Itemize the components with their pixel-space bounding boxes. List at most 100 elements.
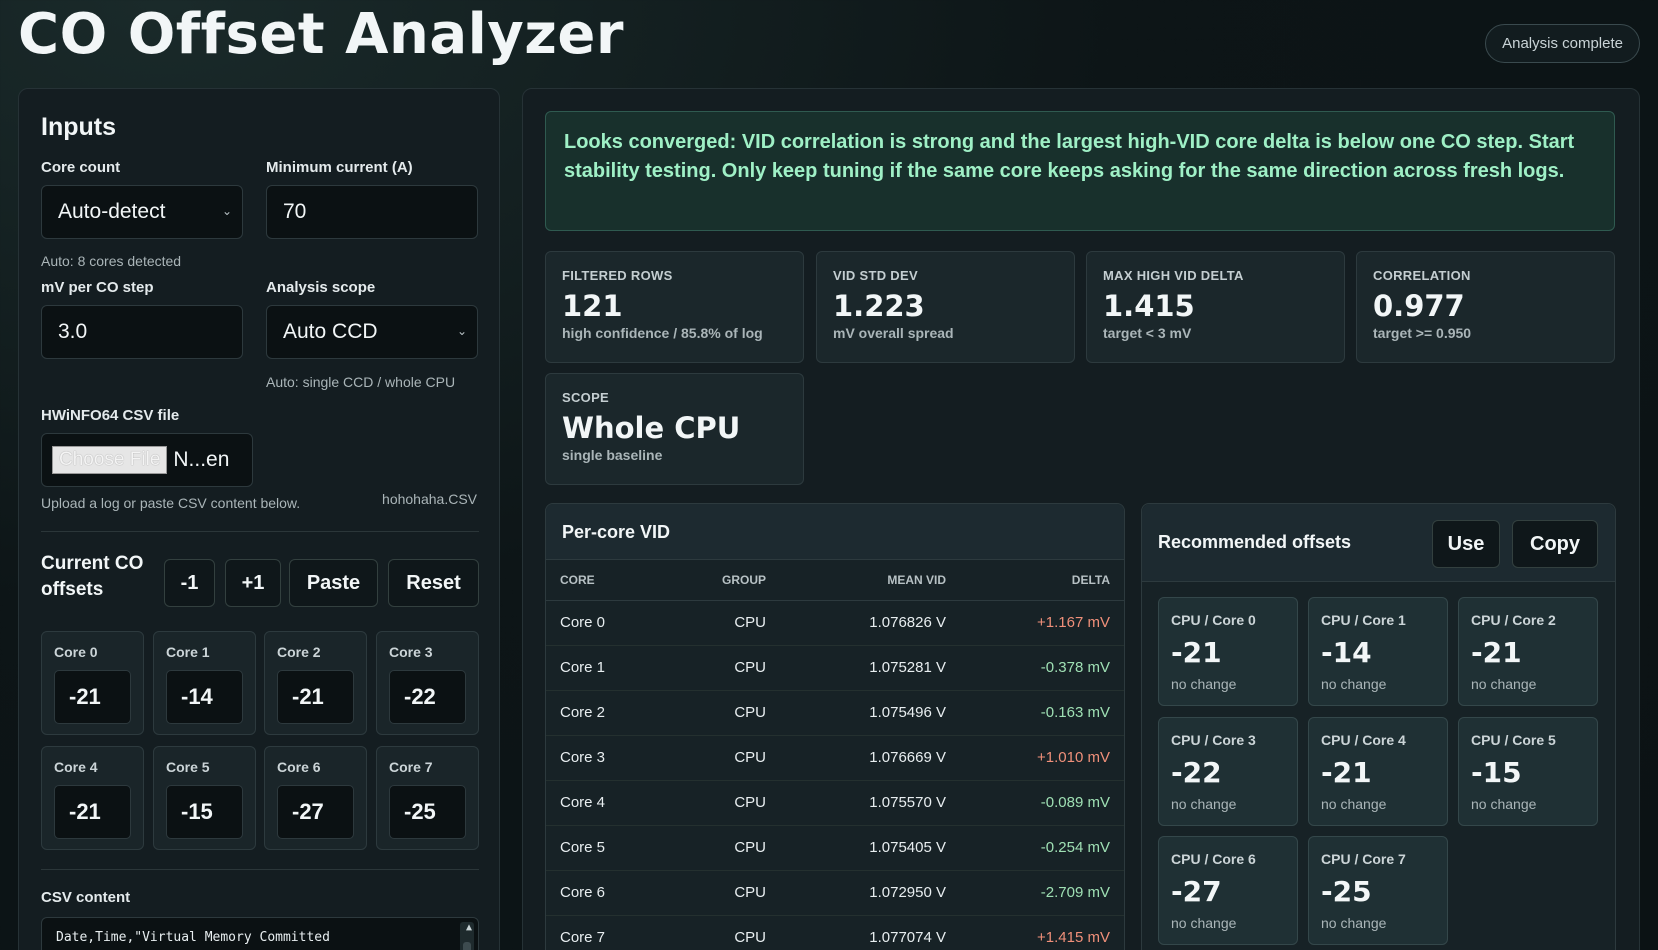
stat-card: MAX HIGH VID DELTA 1.415 target < 3 mV bbox=[1086, 251, 1345, 363]
core-offset-input[interactable]: -21 bbox=[277, 670, 354, 724]
min-current-label: Minimum current (A) bbox=[266, 159, 413, 176]
stat-card: VID STD DEV 1.223 mV overall spread bbox=[816, 251, 1075, 363]
stat-key: MAX HIGH VID DELTA bbox=[1103, 268, 1244, 283]
inputs-panel: Inputs Core count Auto-detect ⌄ Auto: 8 … bbox=[18, 88, 500, 950]
recommended-offset-label: CPU / Core 7 bbox=[1321, 851, 1406, 867]
recommended-offset-label: CPU / Core 1 bbox=[1321, 612, 1406, 628]
recommended-offset-note: no change bbox=[1171, 676, 1237, 692]
mean-vid-cell: 1.075496 V bbox=[766, 690, 946, 736]
csv-file-input[interactable]: Choose File N...en bbox=[41, 433, 253, 487]
recommended-offset-value: -25 bbox=[1321, 875, 1372, 908]
scope-label: Analysis scope bbox=[266, 279, 376, 296]
delta-cell: +1.167 mV bbox=[946, 600, 1124, 646]
core-offset-card: Core 2 -21 bbox=[264, 631, 367, 735]
core-offset-input[interactable]: -22 bbox=[389, 670, 466, 724]
core-offset-label: Core 1 bbox=[166, 644, 210, 660]
scrollbar-thumb[interactable] bbox=[463, 942, 471, 950]
inputs-heading: Inputs bbox=[41, 113, 116, 141]
core-offset-input[interactable]: -27 bbox=[277, 785, 354, 839]
core-cell: Core 5 bbox=[546, 825, 666, 871]
divider bbox=[41, 869, 479, 870]
recommended-offset-note: no change bbox=[1471, 796, 1537, 812]
recommended-offsets-panel: Recommended offsets Use Copy CPU / Core … bbox=[1141, 503, 1616, 950]
column-header: GROUP bbox=[666, 560, 766, 601]
recommended-offset-value: -27 bbox=[1171, 875, 1222, 908]
per-core-vid-panel: Per-core VID CORE GROUP MEAN VID DELTA C… bbox=[545, 503, 1125, 950]
recommended-offset-card: CPU / Core 4 -21 no change bbox=[1308, 717, 1448, 826]
convergence-banner: Looks converged: VID correlation is stro… bbox=[545, 111, 1615, 231]
chevron-down-icon: ⌄ bbox=[221, 204, 232, 218]
core-cell: Core 0 bbox=[546, 600, 666, 646]
csv-content-textarea[interactable]: Date,Time,"Virtual Memory Committed ▲ bbox=[41, 917, 479, 950]
core-offset-input[interactable]: -21 bbox=[54, 785, 131, 839]
core-offset-card: Core 1 -14 bbox=[153, 631, 256, 735]
scope-value: Auto CCD bbox=[283, 320, 378, 343]
recommended-offsets-title: Recommended offsets bbox=[1158, 532, 1352, 552]
mv-step-input[interactable]: 3.0 bbox=[41, 305, 243, 359]
mean-vid-cell: 1.076669 V bbox=[766, 735, 946, 781]
core-offset-input[interactable]: -14 bbox=[166, 670, 243, 724]
current-offsets-title: Current CO offsets bbox=[41, 553, 144, 600]
table-row: Core 4 CPU 1.075570 V -0.089 mV bbox=[546, 780, 1124, 826]
core-offset-input[interactable]: -25 bbox=[389, 785, 466, 839]
delta-cell: +1.010 mV bbox=[946, 735, 1124, 781]
use-button[interactable]: Use bbox=[1432, 520, 1500, 568]
recommended-offset-label: CPU / Core 3 bbox=[1171, 732, 1256, 748]
column-header: CORE bbox=[546, 560, 666, 601]
core-count-select[interactable]: Auto-detect ⌄ bbox=[41, 185, 243, 239]
chevron-up-icon[interactable]: ▲ bbox=[466, 922, 472, 933]
core-offset-label: Core 0 bbox=[54, 644, 98, 660]
copy-button[interactable]: Copy bbox=[1512, 520, 1598, 568]
chevron-down-icon: ⌄ bbox=[456, 324, 467, 338]
core-count-label: Core count bbox=[41, 159, 121, 176]
scope-select[interactable]: Auto CCD ⌄ bbox=[266, 305, 478, 359]
stat-key: SCOPE bbox=[562, 390, 610, 405]
recommended-offset-value: -22 bbox=[1171, 756, 1222, 789]
recommended-offset-card: CPU / Core 2 -21 no change bbox=[1458, 597, 1598, 706]
recommended-offset-card: CPU / Core 0 -21 no change bbox=[1158, 597, 1298, 706]
core-offset-input[interactable]: -15 bbox=[166, 785, 243, 839]
core-offset-label: Core 6 bbox=[277, 759, 321, 775]
increment-button[interactable]: +1 bbox=[225, 559, 281, 607]
core-offset-card: Core 0 -21 bbox=[41, 631, 144, 735]
reset-button[interactable]: Reset bbox=[388, 559, 479, 607]
stat-card: SCOPE Whole CPU single baseline bbox=[545, 373, 804, 485]
min-current-value: 70 bbox=[283, 200, 307, 223]
group-cell: CPU bbox=[666, 690, 766, 736]
recommended-offset-note: no change bbox=[1321, 676, 1387, 692]
stat-value: Whole CPU bbox=[562, 411, 741, 445]
stat-sub: target < 3 mV bbox=[1103, 325, 1192, 341]
recommended-offset-card: CPU / Core 5 -15 no change bbox=[1458, 717, 1598, 826]
core-cell: Core 3 bbox=[546, 735, 666, 781]
core-count-hint: Auto: 8 cores detected bbox=[41, 253, 182, 269]
table-row: Core 6 CPU 1.072950 V -2.709 mV bbox=[546, 870, 1124, 916]
mean-vid-cell: 1.075281 V bbox=[766, 645, 946, 691]
mean-vid-cell: 1.077074 V bbox=[766, 915, 946, 950]
delta-cell: -0.163 mV bbox=[946, 690, 1124, 736]
recommended-offset-value: -21 bbox=[1471, 636, 1522, 669]
column-header: DELTA bbox=[946, 560, 1124, 601]
core-offset-label: Core 3 bbox=[389, 644, 433, 660]
table-row: Core 0 CPU 1.076826 V +1.167 mV bbox=[546, 600, 1124, 646]
recommended-offset-value: -15 bbox=[1471, 756, 1522, 789]
min-current-input[interactable]: 70 bbox=[266, 185, 478, 239]
table-row: Core 2 CPU 1.075496 V -0.163 mV bbox=[546, 690, 1124, 736]
core-cell: Core 6 bbox=[546, 870, 666, 916]
divider bbox=[41, 531, 479, 532]
mv-step-value: 3.0 bbox=[58, 320, 88, 343]
recommended-offset-card: CPU / Core 7 -25 no change bbox=[1308, 836, 1448, 945]
delta-cell: -2.709 mV bbox=[946, 870, 1124, 916]
paste-button[interactable]: Paste bbox=[289, 559, 378, 607]
core-offset-input[interactable]: -21 bbox=[54, 670, 131, 724]
core-offset-card: Core 7 -25 bbox=[376, 746, 479, 850]
csv-content-label: CSV content bbox=[41, 889, 131, 906]
stat-value: 1.415 bbox=[1103, 289, 1195, 323]
group-cell: CPU bbox=[666, 600, 766, 646]
mean-vid-cell: 1.072950 V bbox=[766, 870, 946, 916]
decrement-button[interactable]: -1 bbox=[164, 559, 215, 607]
mv-step-label: mV per CO step bbox=[41, 279, 154, 296]
stat-key: FILTERED ROWS bbox=[562, 268, 673, 283]
per-core-vid-table: CORE GROUP MEAN VID DELTA Core 0 CPU 1.0… bbox=[546, 560, 1124, 950]
group-cell: CPU bbox=[666, 870, 766, 916]
choose-file-button[interactable]: Choose File bbox=[52, 446, 168, 474]
